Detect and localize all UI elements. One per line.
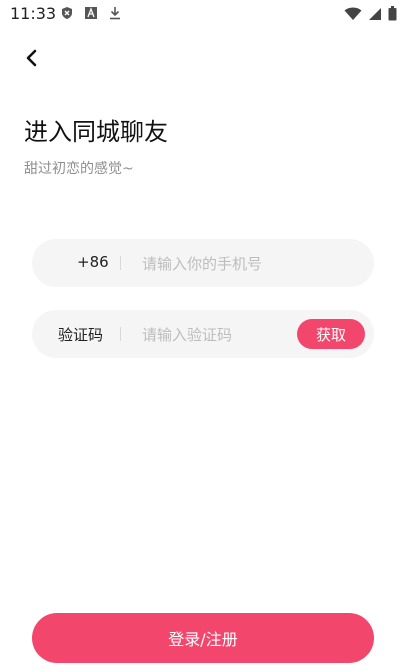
text-a-icon — [84, 6, 98, 20]
verification-code-label: 验证码 — [58, 326, 104, 344]
field-divider — [120, 256, 121, 270]
shield-x-icon — [60, 6, 74, 20]
field-divider — [120, 327, 121, 341]
page-title: 进入同城聊友 — [24, 118, 168, 146]
verification-code-input[interactable] — [140, 320, 304, 350]
status-icons-right — [344, 6, 397, 21]
status-time: 11:33 — [10, 4, 57, 23]
battery-icon — [388, 6, 397, 21]
back-button[interactable] — [18, 46, 46, 74]
login-register-button[interactable]: 登录/注册 — [32, 613, 374, 663]
get-code-button[interactable]: 获取 — [297, 319, 365, 349]
chevron-left-icon — [24, 49, 40, 71]
phone-field[interactable]: +86 — [32, 239, 374, 287]
phone-input[interactable] — [140, 249, 304, 279]
wifi-icon — [344, 7, 362, 21]
download-icon — [108, 6, 122, 20]
verification-code-field[interactable]: 验证码 获取 — [32, 310, 374, 358]
status-icons-left — [60, 6, 122, 20]
cellular-signal-icon — [368, 7, 382, 21]
status-bar: 11:33 — [0, 0, 405, 28]
page-subtitle: 甜过初恋的感觉~ — [24, 161, 134, 177]
country-code-label[interactable]: +86 — [77, 253, 109, 271]
